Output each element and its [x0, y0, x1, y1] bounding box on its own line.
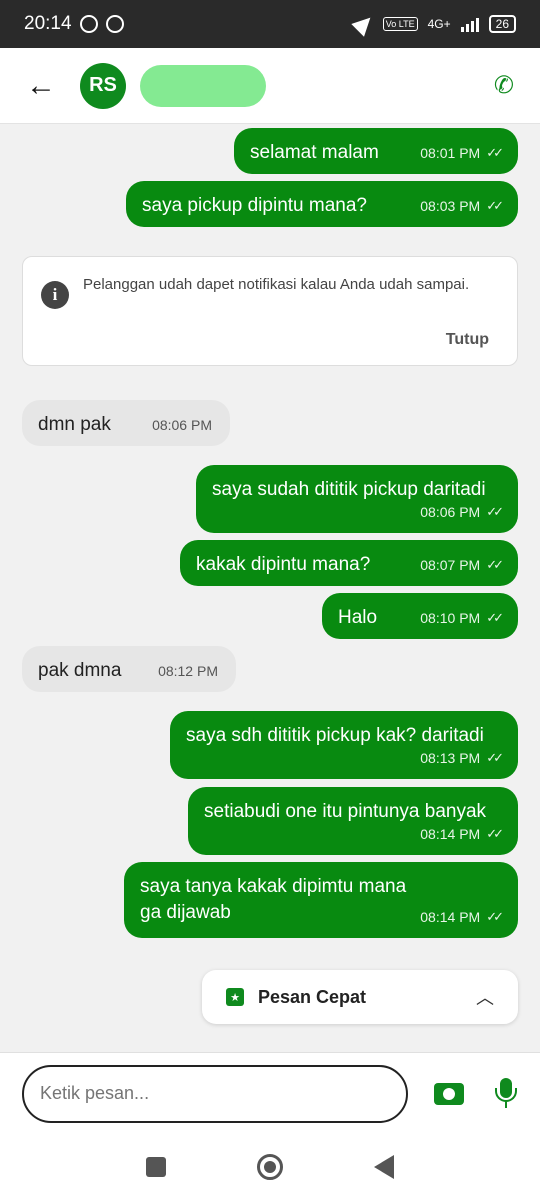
microphone-icon[interactable] [494, 1077, 518, 1110]
message-outgoing[interactable]: saya pickup dipintu mana? 08:03 PM ✓✓ [126, 181, 518, 227]
message-time: 08:06 PM ✓✓ [420, 499, 504, 525]
read-ticks-icon: ✓✓ [486, 750, 504, 765]
message-outgoing[interactable]: saya tanya kakak dipimtu mana ga dijawab… [124, 862, 518, 938]
system-navigation-bar [0, 1134, 540, 1200]
read-ticks-icon: ✓✓ [486, 145, 504, 160]
message-time: 08:14 PM ✓✓ [420, 821, 504, 847]
quick-reply-toggle[interactable]: ★ Pesan Cepat ︿ [202, 970, 518, 1024]
message-incoming[interactable]: dmn pak 08:06 PM [22, 400, 230, 446]
back-triangle-icon[interactable] [374, 1155, 395, 1179]
app-notification-icon [105, 15, 124, 33]
chevron-up-icon[interactable]: ︿ [476, 984, 494, 1010]
volte-badge: Vo LTE [382, 17, 418, 31]
message-composer [0, 1052, 540, 1134]
message-time: 08:01 PM ✓✓ [420, 140, 504, 166]
info-icon: i [41, 281, 69, 309]
chat-thread[interactable]: selamat malam 08:01 PM ✓✓ saya pickup dip… [0, 124, 540, 1052]
read-ticks-icon: ✓✓ [486, 826, 504, 841]
avatar[interactable]: RS [80, 62, 126, 109]
message-input[interactable] [22, 1064, 408, 1123]
camera-icon[interactable] [434, 1082, 464, 1105]
quick-reply-label: Pesan Cepat [258, 986, 367, 1007]
message-outgoing[interactable]: saya sudah dititik pickup daritadi 08:06… [196, 465, 518, 533]
notice-close-button[interactable]: Tutup [446, 331, 489, 349]
network-label: 4G+ [427, 17, 451, 31]
read-ticks-icon: ✓✓ [486, 610, 504, 625]
message-time: 08:12 PM [158, 663, 218, 679]
notice-text: Pelanggan udah dapet notifikasi kalau An… [83, 276, 470, 293]
message-outgoing[interactable]: kakak dipintu mana? 08:07 PM ✓✓ [180, 540, 518, 586]
status-bar: 20:14 Vo LTE 4G+ 26 [0, 0, 540, 48]
read-ticks-icon: ✓✓ [486, 198, 504, 213]
message-outgoing[interactable]: selamat malam 08:01 PM ✓✓ [234, 128, 518, 174]
contact-name-redacted [140, 64, 266, 107]
message-time: 08:10 PM ✓✓ [420, 605, 504, 631]
back-arrow-icon[interactable]: ← [26, 69, 56, 103]
message-time: 08:06 PM [152, 417, 212, 433]
message-incoming[interactable]: pak dmna 08:12 PM [22, 646, 236, 692]
message-outgoing[interactable]: Halo 08:10 PM ✓✓ [322, 593, 518, 639]
signal-icon [460, 16, 479, 32]
battery-indicator: 26 [488, 15, 516, 33]
phone-call-icon[interactable]: ✆ [494, 71, 514, 100]
arrival-notice-card: i Pelanggan udah dapet notifikasi kalau … [22, 256, 518, 366]
home-icon[interactable] [256, 1154, 283, 1180]
status-time: 20:14 [24, 13, 72, 34]
message-outgoing[interactable]: saya sdh dititik pickup kak? daritadi 08… [170, 711, 518, 779]
star-chat-icon: ★ [226, 988, 244, 1006]
read-ticks-icon: ✓✓ [486, 909, 504, 924]
message-time: 08:14 PM ✓✓ [420, 904, 504, 930]
message-time: 08:07 PM ✓✓ [420, 552, 504, 578]
chat-header: ← RS ✆ [0, 48, 540, 124]
message-outgoing[interactable]: setiabudi one itu pintunya banyak 08:14 … [188, 787, 518, 855]
recent-apps-icon[interactable] [145, 1157, 166, 1177]
whatsapp-notification-icon [79, 15, 98, 33]
location-icon [351, 11, 377, 37]
message-time: 08:03 PM ✓✓ [420, 193, 504, 219]
message-time: 08:13 PM ✓✓ [420, 745, 504, 771]
read-ticks-icon: ✓✓ [486, 557, 504, 572]
read-ticks-icon: ✓✓ [486, 504, 504, 519]
